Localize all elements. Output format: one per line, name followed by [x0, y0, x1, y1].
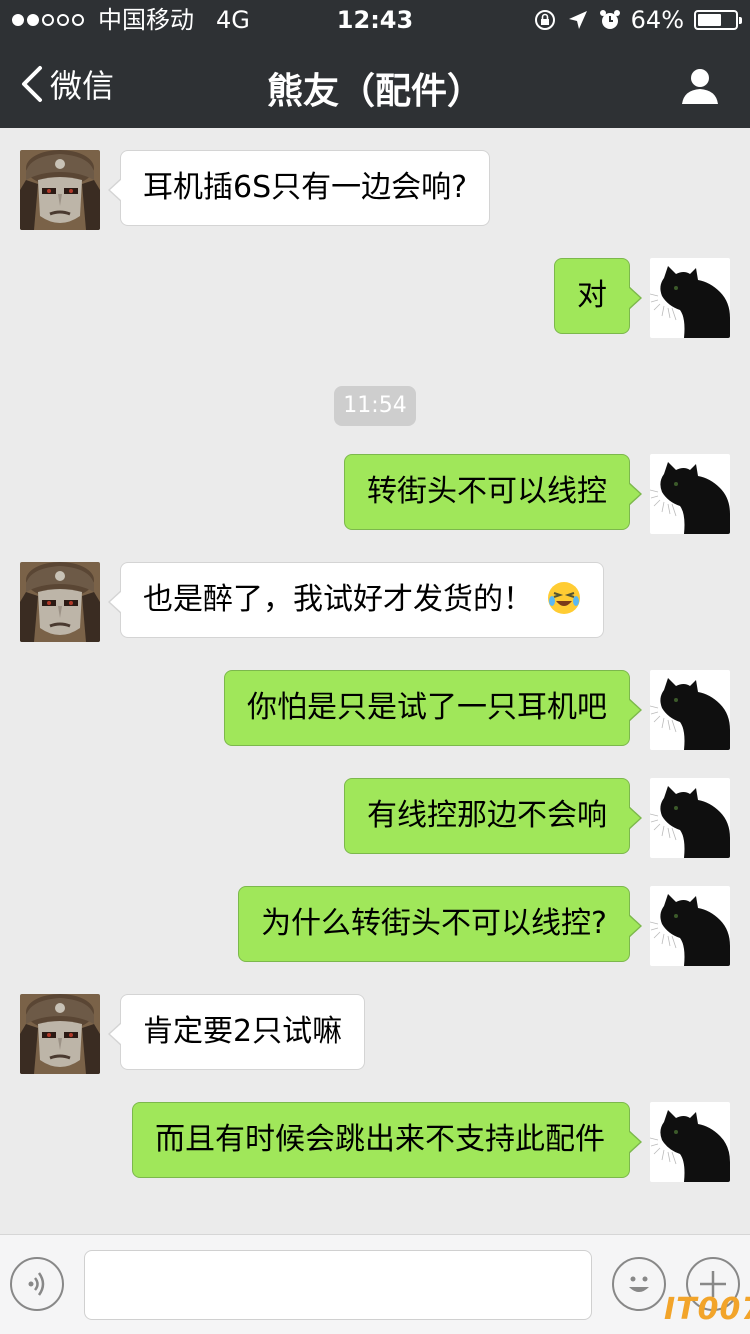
status-right: 64% [533, 0, 742, 40]
message-bubble-incoming[interactable]: 肯定要2只试嘛 [107, 994, 366, 1070]
alarm-icon [599, 10, 620, 29]
contact-avatar[interactable] [20, 994, 100, 1074]
message-bubble-outgoing[interactable]: 你怕是只是试了一只耳机吧 [224, 670, 642, 746]
message-bubble-outgoing[interactable]: 而且有时候会跳出来不支持此配件 [132, 1102, 642, 1178]
message-bubble-incoming[interactable]: 耳机插6S只有一边会响? [107, 150, 491, 226]
input-bar [0, 1234, 750, 1334]
battery-percent: 64% [630, 6, 684, 34]
message-text: 也是醉了，我试好才发货的！ [143, 582, 533, 617]
my-avatar[interactable] [650, 1102, 730, 1182]
location-icon [568, 11, 587, 29]
my-avatar[interactable] [650, 778, 730, 858]
person-icon[interactable] [680, 66, 720, 106]
my-avatar[interactable] [650, 454, 730, 534]
message-bubble-outgoing[interactable]: 有线控那边不会响 [344, 778, 642, 854]
emoji-button[interactable] [612, 1257, 666, 1311]
nav-bar: 微信 熊友（配件） [0, 40, 750, 128]
watermark-logo: IT007 [664, 1292, 750, 1327]
status-bar: 中国移动 4G 12:43 64% [0, 0, 750, 40]
my-avatar[interactable] [650, 258, 730, 338]
emoji-icon [629, 1276, 649, 1292]
crying-laughing-emoji-icon [548, 582, 580, 614]
battery-icon [694, 10, 742, 30]
contact-avatar[interactable] [20, 150, 100, 230]
top-bar: 中国移动 4G 12:43 64% 微信 熊友（配件） [0, 0, 750, 128]
contact-avatar[interactable] [20, 562, 100, 642]
message-bubble-outgoing[interactable]: 对 [554, 258, 642, 334]
voice-icon [28, 1272, 45, 1296]
my-avatar[interactable] [650, 886, 730, 966]
message-bubble-outgoing[interactable]: 为什么转街头不可以线控? [238, 886, 642, 962]
voice-button[interactable] [10, 1257, 64, 1311]
message-bubble-outgoing[interactable]: 转街头不可以线控 [344, 454, 642, 530]
message-input[interactable] [84, 1250, 592, 1320]
rotation-lock-icon [534, 10, 555, 30]
time-divider: 11:54 [334, 386, 416, 426]
chat-title: 熊友（配件） [266, 71, 483, 112]
message-bubble-incoming[interactable]: 也是醉了，我试好才发货的！ [108, 562, 604, 638]
my-avatar[interactable] [650, 670, 730, 750]
chat-area[interactable]: 耳机插6S只有一边会响? 对 11:54 转街头不可以线控 也是醉了，我试好才发… [0, 128, 750, 1234]
